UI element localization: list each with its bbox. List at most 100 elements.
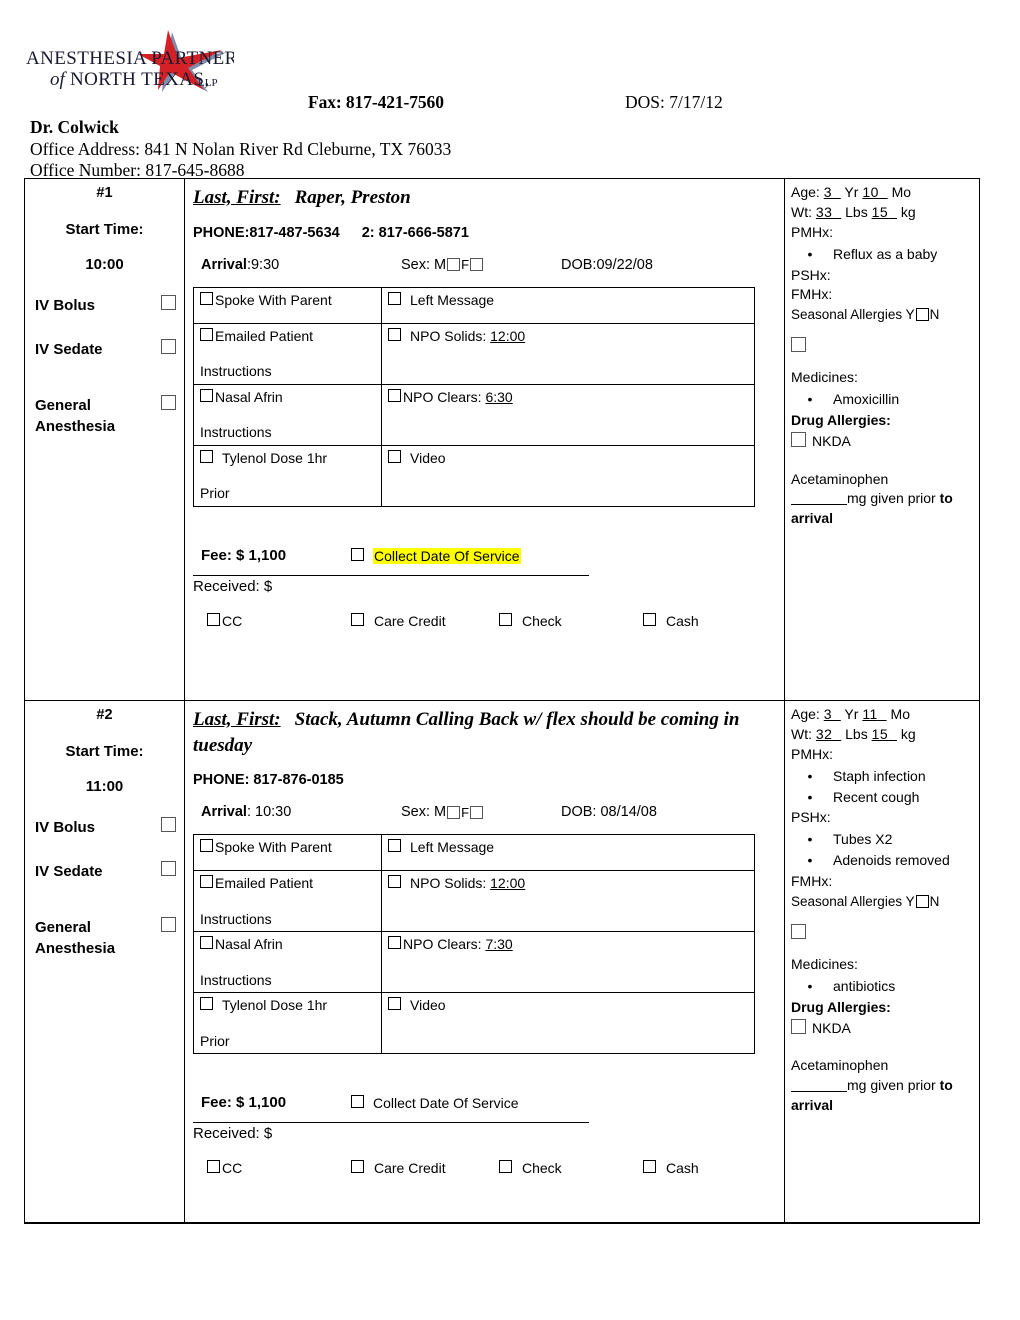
received-amount-field[interactable]: Received: $ xyxy=(193,1125,272,1142)
payment-check-option[interactable]: Check xyxy=(499,1160,562,1176)
iv-sedate-checkbox[interactable] xyxy=(161,338,176,354)
video-checkbox[interactable] xyxy=(388,449,401,463)
spoke-with-parent-checkbox[interactable] xyxy=(200,839,213,853)
nasal-afrin-option[interactable]: Nasal Afrin xyxy=(200,388,375,407)
left-message-option[interactable]: Left Message xyxy=(388,839,748,857)
tylenol-cell[interactable]: Tylenol Dose 1hr Prior xyxy=(193,992,382,1055)
payment-cc-checkbox[interactable] xyxy=(207,612,220,626)
sex-female-checkbox[interactable] xyxy=(470,258,484,272)
spoke-with-parent-checkbox[interactable] xyxy=(200,291,213,305)
payment-cash-option[interactable]: Cash xyxy=(643,612,699,629)
iv-bolus-option[interactable]: IV Bolus xyxy=(33,295,176,317)
general-anesthesia-checkbox[interactable] xyxy=(161,916,176,932)
left-message-cell[interactable]: Left Message xyxy=(381,834,755,872)
general-anesthesia-option[interactable]: General Anesthesia xyxy=(33,916,176,961)
sex-group[interactable]: Sex: M F xyxy=(401,804,484,820)
iv-sedate-checkbox[interactable] xyxy=(161,860,176,876)
extra-checkbox-wrap[interactable] xyxy=(791,336,973,356)
payment-care-credit-option[interactable]: Care Credit xyxy=(351,612,446,629)
nkda-option[interactable]: NKDA xyxy=(791,431,973,452)
collect-dos-option[interactable]: Collect Date Of Service xyxy=(351,547,521,564)
video-cell[interactable]: Video xyxy=(381,444,755,507)
general-anesthesia-checkbox[interactable] xyxy=(161,394,176,410)
acetaminophen-dose-field[interactable] xyxy=(791,504,847,506)
npo-clears-cell[interactable]: NPO Clears: 7:30 xyxy=(381,931,755,994)
extra-checkbox[interactable] xyxy=(791,337,806,353)
emailed-patient-cell[interactable]: Emailed Patient Instructions xyxy=(193,870,382,933)
collect-dos-option[interactable]: Collect Date Of Service xyxy=(351,1095,519,1111)
npo-clears-cell[interactable]: NPO Clears: 6:30 xyxy=(381,383,755,446)
npo-solids-checkbox[interactable] xyxy=(388,327,401,341)
npo-solids-checkbox[interactable] xyxy=(388,875,401,889)
left-message-checkbox[interactable] xyxy=(388,839,401,853)
tylenol-checkbox[interactable] xyxy=(200,449,213,463)
extra-checkbox[interactable] xyxy=(791,924,806,940)
spoke-with-parent-option[interactable]: Spoke With Parent xyxy=(200,839,375,857)
spoke-with-parent-cell[interactable]: Spoke With Parent xyxy=(193,834,382,872)
payment-cc-checkbox[interactable] xyxy=(207,1160,220,1174)
nkda-checkbox[interactable] xyxy=(791,431,806,447)
collect-dos-checkbox[interactable] xyxy=(351,1095,364,1109)
npo-solids-cell[interactable]: NPO Solids: 12:00 xyxy=(381,870,755,933)
emailed-patient-cell[interactable]: Emailed Patient Instructions xyxy=(193,322,382,385)
iv-bolus-checkbox[interactable] xyxy=(161,817,176,832)
tylenol-checkbox[interactable] xyxy=(200,997,213,1011)
nasal-afrin-checkbox[interactable] xyxy=(200,388,213,402)
sex-male-checkbox[interactable] xyxy=(447,805,461,819)
left-message-checkbox[interactable] xyxy=(388,291,401,305)
nkda-option[interactable]: NKDA xyxy=(791,1018,973,1039)
emailed-patient-option[interactable]: Emailed Patient xyxy=(200,875,375,893)
iv-bolus-option[interactable]: IV Bolus xyxy=(33,817,176,839)
tylenol-cell[interactable]: Tylenol Dose 1hr Prior xyxy=(193,444,382,507)
npo-clears-option[interactable]: NPO Clears: 6:30 xyxy=(388,388,748,407)
spoke-with-parent-option[interactable]: Spoke With Parent xyxy=(200,291,375,310)
payment-cc-option[interactable]: CC xyxy=(207,612,242,629)
npo-clears-checkbox[interactable] xyxy=(388,388,401,402)
seasonal-allergies-option[interactable]: Seasonal Allergies Y N xyxy=(791,892,973,911)
npo-solids-option[interactable]: NPO Solids: 12:00 xyxy=(388,327,748,346)
collect-dos-checkbox[interactable] xyxy=(351,547,364,561)
received-amount-field[interactable]: Received: $ xyxy=(193,578,272,595)
sex-male-checkbox[interactable] xyxy=(447,258,461,272)
nasal-afrin-checkbox[interactable] xyxy=(200,936,213,950)
video-cell[interactable]: Video xyxy=(381,992,755,1055)
nasal-afrin-cell[interactable]: Nasal Afrin Instructions xyxy=(193,383,382,446)
payment-cc-option[interactable]: CC xyxy=(207,1160,242,1176)
acetaminophen-dose-line[interactable]: mg given prior to xyxy=(791,1076,973,1096)
general-anesthesia-option[interactable]: General Anesthesia xyxy=(33,394,176,439)
seasonal-allergies-option[interactable]: Seasonal Allergies Y N xyxy=(791,305,973,324)
seasonal-allergies-yes-checkbox[interactable] xyxy=(915,308,929,322)
iv-sedate-option[interactable]: IV Sedate xyxy=(33,338,176,361)
extra-checkbox-wrap[interactable] xyxy=(791,923,973,943)
video-option[interactable]: Video xyxy=(388,997,748,1015)
emailed-patient-checkbox[interactable] xyxy=(200,875,213,889)
payment-care-credit-checkbox[interactable] xyxy=(351,612,364,626)
iv-sedate-option[interactable]: IV Sedate xyxy=(33,860,176,883)
seasonal-allergies-yes-checkbox[interactable] xyxy=(915,895,929,909)
sex-group[interactable]: Sex: M F xyxy=(401,257,484,273)
npo-clears-checkbox[interactable] xyxy=(388,936,401,950)
payment-check-checkbox[interactable] xyxy=(499,1160,512,1174)
video-option[interactable]: Video xyxy=(388,449,748,468)
npo-solids-cell[interactable]: NPO Solids: 12:00 xyxy=(381,322,755,385)
payment-care-credit-checkbox[interactable] xyxy=(351,1160,364,1174)
acetaminophen-dose-field[interactable] xyxy=(791,1091,847,1093)
payment-cash-checkbox[interactable] xyxy=(643,1160,656,1174)
nasal-afrin-cell[interactable]: Nasal Afrin Instructions xyxy=(193,931,382,994)
left-message-cell[interactable]: Left Message xyxy=(381,286,755,324)
npo-solids-option[interactable]: NPO Solids: 12:00 xyxy=(388,875,748,893)
payment-cash-option[interactable]: Cash xyxy=(643,1160,699,1176)
payment-care-credit-option[interactable]: Care Credit xyxy=(351,1160,446,1176)
tylenol-option[interactable]: Tylenol Dose 1hr xyxy=(200,997,375,1015)
emailed-patient-checkbox[interactable] xyxy=(200,327,213,341)
sex-female-checkbox[interactable] xyxy=(470,805,484,819)
payment-cash-checkbox[interactable] xyxy=(643,612,656,626)
tylenol-option[interactable]: Tylenol Dose 1hr xyxy=(200,449,375,468)
payment-check-checkbox[interactable] xyxy=(499,612,512,626)
video-checkbox[interactable] xyxy=(388,997,401,1011)
acetaminophen-dose-line[interactable]: mg given prior to xyxy=(791,489,973,509)
payment-check-option[interactable]: Check xyxy=(499,612,562,629)
spoke-with-parent-cell[interactable]: Spoke With Parent xyxy=(193,286,382,324)
emailed-patient-option[interactable]: Emailed Patient xyxy=(200,327,375,346)
npo-clears-option[interactable]: NPO Clears: 7:30 xyxy=(388,936,748,954)
